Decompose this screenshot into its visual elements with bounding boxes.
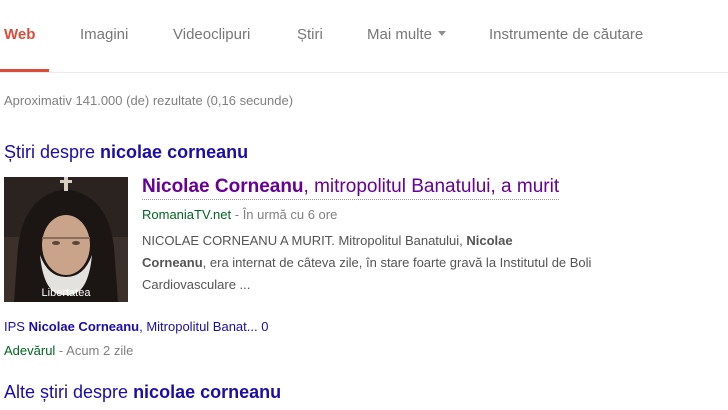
story-thumbnail[interactable]: Libertatea: [4, 177, 128, 302]
related-prefix: IPS: [4, 319, 29, 334]
portrait-image: [4, 177, 128, 302]
snippet-bold-1: Nicolae: [466, 233, 513, 248]
snippet-part-2: , era internat de câteva zile, în stare …: [142, 255, 592, 292]
active-tab-indicator: [0, 69, 49, 72]
chevron-down-icon: [438, 31, 447, 36]
result-stats: Aproximativ 141.000 (de) rezultate (0,16…: [4, 93, 294, 108]
thumbnail-caption: Libertatea: [41, 287, 91, 299]
related-story-meta: Adevărul - Acum 2 zile: [4, 343, 133, 358]
related-source: Adevărul: [4, 343, 56, 358]
top-story-source[interactable]: RomaniaTV.net: [142, 207, 231, 222]
news-heading-prefix: Știri despre: [4, 142, 101, 162]
related-time: - Acum 2 zile: [55, 343, 134, 358]
tab-more-label: Mai multe: [367, 26, 433, 43]
more-news-prefix: Alte știri despre: [4, 382, 134, 402]
top-story-title-rest: , mitropolitul Banatului, a murit: [303, 176, 560, 197]
search-tabs-bar: Web Imagini Videoclipuri Știri Mai multe…: [0, 0, 728, 73]
news-section-heading[interactable]: Știri despre nicolae corneanu: [4, 142, 248, 163]
top-story-title-bold: Nicolae Corneanu: [142, 176, 304, 197]
snippet-part-1: NICOLAE CORNEANU A MURIT. Mitropolitul B…: [142, 233, 467, 248]
top-story-snippet: NICOLAE CORNEANU A MURIT. Mitropolitul B…: [142, 230, 632, 296]
snippet-bold-2: Corneanu: [142, 255, 203, 270]
related-story-link[interactable]: IPS Nicolae Corneanu, Mitropolitul Banat…: [4, 319, 268, 334]
top-story-title[interactable]: Nicolae Corneanu, mitropolitul Banatului…: [142, 176, 560, 200]
more-news-heading[interactable]: Alte știri despre nicolae corneanu: [4, 382, 281, 403]
related-bold: Nicolae Corneanu: [28, 319, 140, 334]
tab-images[interactable]: Imagini: [80, 26, 128, 43]
tab-more[interactable]: Mai multe: [367, 26, 447, 43]
more-news-query: nicolae corneanu: [133, 382, 282, 402]
tab-news[interactable]: Știri: [297, 26, 323, 43]
tab-web[interactable]: Web: [4, 26, 35, 43]
tab-videos[interactable]: Videoclipuri: [173, 26, 250, 43]
news-heading-query: nicolae corneanu: [100, 142, 249, 162]
tab-search-tools[interactable]: Instrumente de căutare: [489, 26, 643, 43]
top-story-time: - În urmă cu 6 ore: [231, 207, 338, 222]
top-story-meta: RomaniaTV.net - În urmă cu 6 ore: [142, 207, 337, 222]
related-rest: , Mitropolitul Banat... 0: [139, 319, 269, 334]
